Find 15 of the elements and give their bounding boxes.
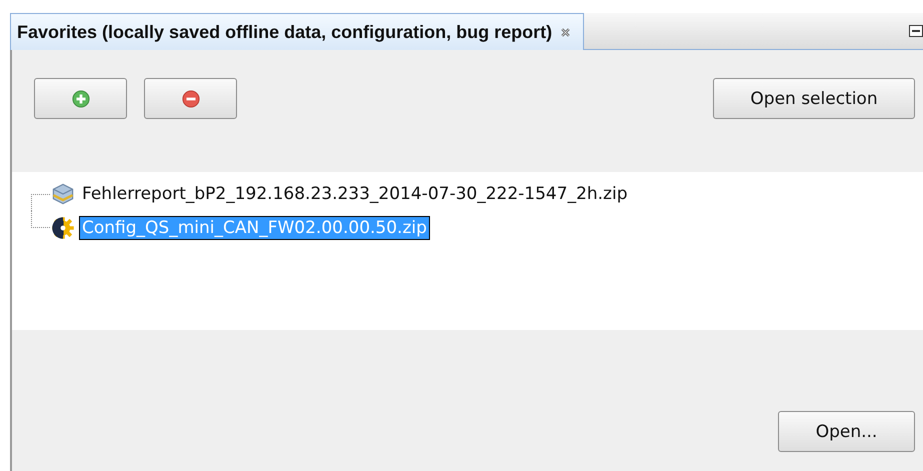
close-icon[interactable] xyxy=(560,26,572,38)
plus-icon xyxy=(72,90,90,108)
remove-button[interactable] xyxy=(144,78,237,119)
panel-tab[interactable]: Favorites (locally saved offline data, configuration, bug report) xyxy=(10,13,584,50)
open-button[interactable]: Open... xyxy=(778,411,915,452)
tree-connector xyxy=(31,211,51,228)
minus-icon xyxy=(182,90,200,108)
add-button[interactable] xyxy=(34,78,127,119)
tree-connector xyxy=(31,194,51,211)
open-selection-button[interactable]: Open selection xyxy=(713,78,915,119)
gear-icon xyxy=(51,216,75,240)
minimize-icon[interactable] xyxy=(909,25,923,37)
tree-item[interactable]: Fehlerreport_bP2_192.168.23.233_2014-07-30_222-1547_2h.zip xyxy=(79,182,630,206)
tab-title: Favorites (locally saved offline data, configuration, bug report) xyxy=(17,22,552,42)
box-icon xyxy=(51,182,75,206)
